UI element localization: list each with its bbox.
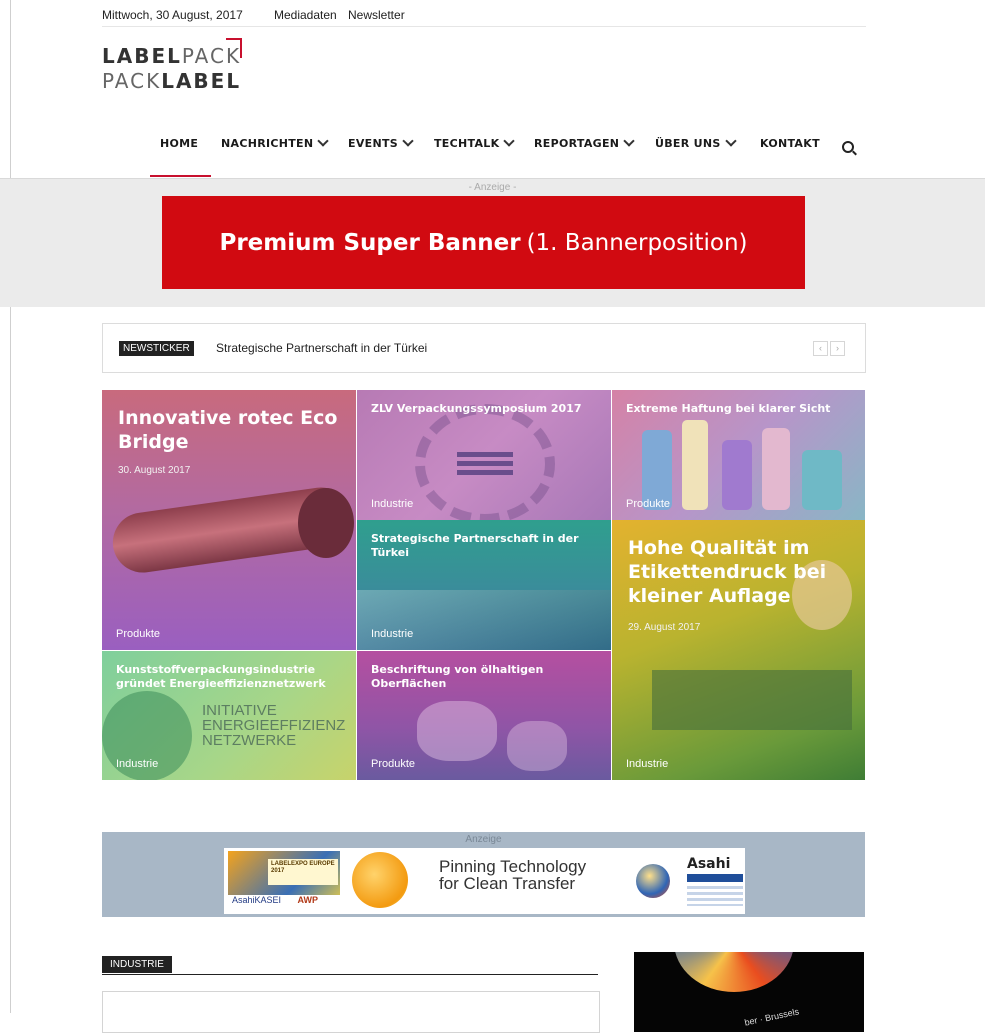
nav-ueber-uns[interactable]: ÜBER UNS	[655, 135, 737, 150]
nav-techtalk[interactable]: TECHTALK	[434, 135, 516, 150]
tile-title: Kunststoffverpackungsindustrie gründet E…	[116, 663, 326, 690]
tile-extreme-haftung[interactable]: Extreme Haftung bei klarer Sicht Produkt…	[612, 390, 865, 520]
chevron-down-icon	[317, 135, 330, 147]
banner-bold-text: Premium Super Banner	[219, 229, 521, 256]
nav-events[interactable]: EVENTS	[348, 135, 414, 150]
advertisement-strip: Anzeige LABELEXPO EUROPE 2017 AsahiKASEI…	[102, 832, 865, 917]
logo-pack-light-2: PACK	[102, 69, 162, 93]
logo-label-bold: LABEL	[102, 44, 182, 68]
nav-home[interactable]: HOME	[160, 137, 198, 150]
chevron-down-icon	[402, 135, 414, 147]
anzeige-label: - Anzeige -	[468, 182, 517, 193]
tile-beschriftung[interactable]: Beschriftung von ölhaltigen Oberflächen …	[357, 651, 611, 780]
tile-strategische-partnerschaft[interactable]: Strategische Partnerschaft in der Türkei…	[357, 520, 611, 650]
ad-anzeige-label: Anzeige	[465, 834, 502, 845]
globe-icon	[636, 864, 670, 898]
tile-title: Hohe Qualität im Etikettendruck bei klei…	[628, 537, 827, 607]
tile-title: ZLV Verpackungssymposium 2017	[371, 402, 582, 415]
tile-innovative-rotec[interactable]: Innovative rotec Eco Bridge 30. August 2…	[102, 390, 356, 650]
tile-kunststoffverpackung[interactable]: INITIATIVE ENERGIEEFFIZIENZ NETZWERKE Ku…	[102, 651, 356, 780]
asahi-brand-logo: Asahi	[687, 856, 731, 872]
ad-headline: Pinning Technology for Clean Transfer	[439, 857, 587, 893]
tile-category[interactable]: Industrie	[371, 498, 413, 510]
newsticker-badge: NEWSTICKER	[119, 341, 194, 356]
tile-category[interactable]: Industrie	[371, 628, 413, 640]
asahikasei-awp-logo: AsahiKASEI AWP	[228, 895, 340, 909]
sidebar-advertisement[interactable]: ber · Brussels	[634, 952, 864, 1032]
section-badge-industrie[interactable]: INDUSTRIE	[102, 956, 172, 973]
logo-label-bold-2: LABEL	[161, 69, 242, 93]
current-date: Mittwoch, 30 August, 2017	[102, 8, 243, 22]
tile-category[interactable]: Industrie	[626, 758, 668, 770]
tile-hohe-qualitaet[interactable]: Hohe Qualität im Etikettendruck bei klei…	[612, 520, 865, 780]
tile-zlv-symposium[interactable]: ZLV Verpackungssymposium 2017 Industrie	[357, 390, 611, 520]
site-logo[interactable]: LABELPACK PACKLABEL	[102, 44, 241, 94]
tile-title: Strategische Partnerschaft in der Türkei	[371, 532, 579, 559]
logo-corner-mark	[226, 38, 242, 58]
tile-image-logo	[457, 452, 513, 478]
tile-image-machine	[652, 670, 852, 730]
tile-image-roller-end	[298, 488, 354, 558]
ticker-prev-button[interactable]: ‹	[813, 341, 828, 356]
nav-active-indicator	[150, 175, 211, 177]
sidebar-ad-graphic	[674, 952, 794, 992]
tile-title: Extreme Haftung bei klarer Sicht	[626, 402, 831, 415]
tile-category[interactable]: Produkte	[116, 628, 160, 640]
tile-image-bottle	[802, 450, 842, 510]
top-bar: Mittwoch, 30 August, 2017 Mediadaten New…	[102, 6, 866, 27]
tile-title: Innovative rotec Eco Bridge	[118, 407, 338, 453]
tile-category[interactable]: Produkte	[626, 498, 670, 510]
tile-image-object	[417, 701, 497, 761]
chevron-down-icon	[724, 135, 737, 147]
tile-image-bottle	[722, 440, 752, 510]
asahi-brand-pattern	[687, 886, 743, 906]
tile-image-bottle	[682, 420, 708, 510]
chevron-down-icon	[503, 135, 516, 147]
tile-image-bottle	[762, 428, 790, 510]
tile-image-initiative-text: INITIATIVE ENERGIEEFFIZIENZ NETZWERKE	[202, 702, 346, 749]
tile-title: Beschriftung von ölhaltigen Oberflächen	[371, 663, 544, 690]
nav-nachrichten[interactable]: NACHRICHTEN	[221, 135, 330, 150]
nav-reportagen[interactable]: REPORTAGEN	[534, 135, 635, 150]
ticker-next-button[interactable]: ›	[830, 341, 845, 356]
labelexpo-logo-text: LABELEXPO EUROPE 2017	[268, 859, 338, 885]
section-header: INDUSTRIE	[102, 956, 598, 975]
nav-kontakt[interactable]: KONTAKT	[760, 137, 820, 150]
asahi-brand-bar	[687, 874, 743, 882]
premium-super-banner[interactable]: Premium Super Banner (1. Bannerposition)	[162, 196, 805, 289]
link-mediadaten[interactable]: Mediadaten	[274, 8, 337, 22]
article-card[interactable]	[102, 991, 600, 1033]
tile-category[interactable]: Produkte	[371, 758, 415, 770]
page-left-border	[10, 0, 11, 1013]
ticker-headline[interactable]: Strategische Partnerschaft in der Türkei	[216, 341, 427, 355]
chevron-down-icon	[623, 135, 635, 147]
tile-date: 30. August 2017	[118, 465, 191, 476]
link-newsletter[interactable]: Newsletter	[348, 8, 405, 22]
tile-category[interactable]: Industrie	[116, 758, 158, 770]
search-icon[interactable]	[842, 141, 854, 153]
news-ticker: NEWSTICKER Strategische Partnerschaft in…	[102, 323, 866, 373]
ad-creative[interactable]: LABELEXPO EUROPE 2017 AsahiKASEI AWP Pin…	[224, 848, 745, 914]
sidebar-ad-text: ber · Brussels	[743, 1006, 800, 1028]
tile-image-factory	[357, 590, 611, 650]
tile-date: 29. August 2017	[628, 622, 701, 633]
banner-position-text: (1. Bannerposition)	[526, 229, 748, 256]
orange-image	[352, 852, 408, 908]
tile-image-object	[507, 721, 567, 771]
